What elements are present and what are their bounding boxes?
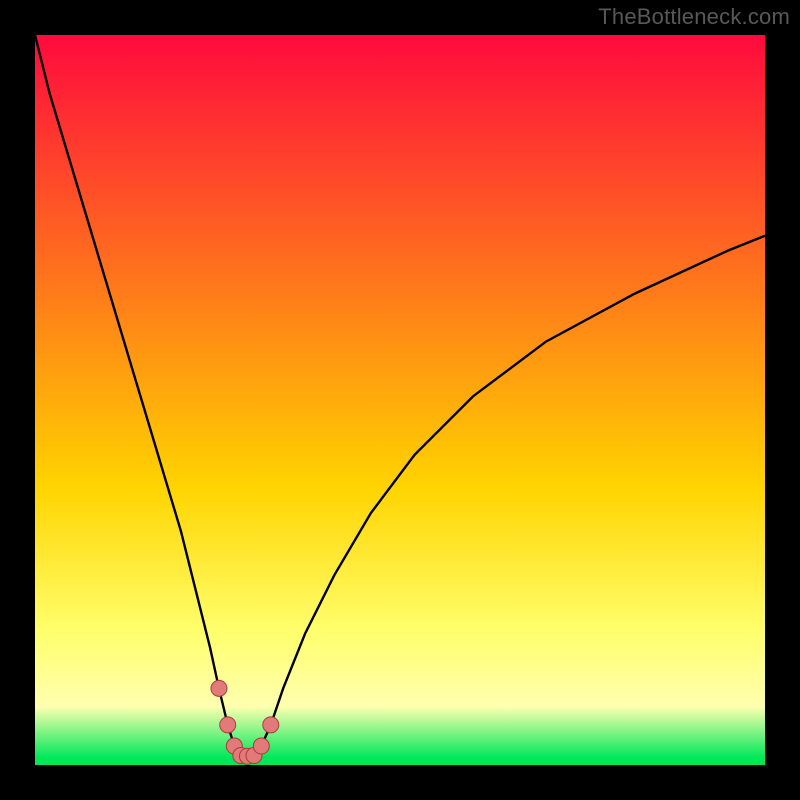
marker-point: [211, 680, 227, 696]
marker-point: [253, 738, 269, 754]
chart-container: TheBottleneck.com: [0, 0, 800, 800]
marker-point: [263, 717, 279, 733]
bottleneck-chart: [35, 35, 765, 765]
watermark-text: TheBottleneck.com: [598, 4, 790, 30]
gradient-backdrop: [35, 35, 765, 765]
marker-point: [220, 717, 236, 733]
